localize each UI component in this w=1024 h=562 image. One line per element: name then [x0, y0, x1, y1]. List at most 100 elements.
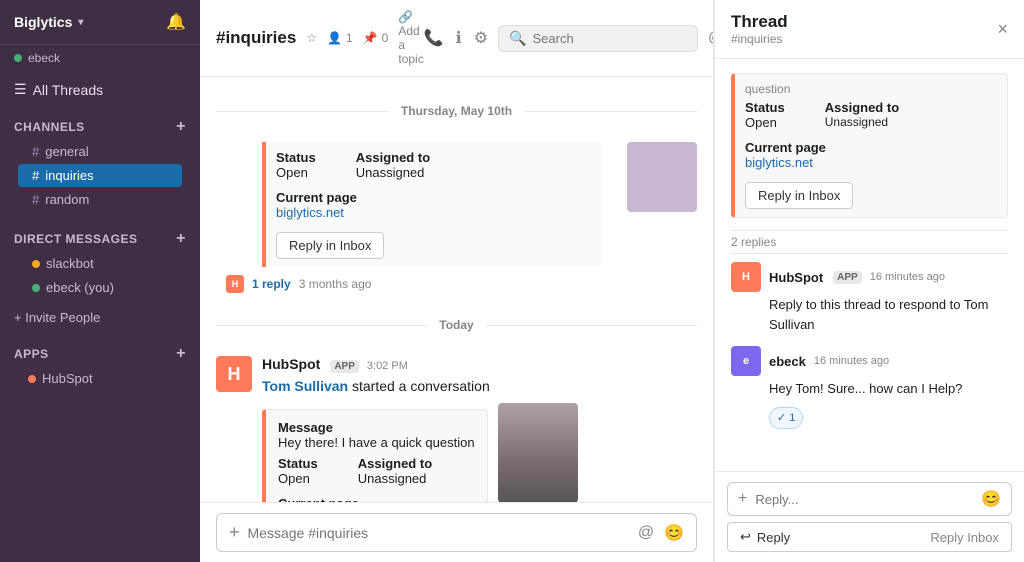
thread-channel: #inquiries — [731, 32, 788, 46]
old-reply-inbox-button[interactable]: Reply in Inbox — [276, 232, 384, 259]
star-icon[interactable]: ☆ — [306, 31, 317, 45]
sidebar-item-slackbot[interactable]: slackbot — [18, 252, 182, 275]
sidebar-item-all-threads[interactable]: ☰ All Threads — [0, 75, 200, 104]
reaction-count: 1 — [789, 410, 795, 427]
message-group-old: Status Open Assigned to Unassigned Curre… — [200, 134, 713, 301]
thread-reply-plus-button[interactable]: + — [738, 490, 747, 508]
channels-label: Channels — [14, 120, 85, 134]
info-icon[interactable]: ℹ — [456, 28, 462, 48]
hubspot-name: HubSpot — [42, 371, 93, 386]
message-group-new: H HubSpot APP 3:02 PM Tom Sullivan start… — [200, 348, 713, 502]
channels-section-header: Channels + — [14, 118, 186, 136]
user-status-dot — [14, 54, 22, 62]
old-page-label: Current page — [276, 190, 592, 205]
reply-action-bar: ↩ Reply Reply Inbox — [727, 516, 1012, 552]
thread-reply-box: + 😊 — [727, 482, 1012, 516]
new-message-author: HubSpot — [262, 356, 320, 372]
thread-page-label: Current page — [745, 140, 997, 155]
username-label: ebeck — [28, 51, 60, 65]
new-message-card: Message Hey there! I have a quick questi… — [262, 409, 488, 502]
reaction-check-icon: ✓ — [777, 410, 786, 427]
apps-section: Apps + HubSpot — [0, 331, 200, 394]
sidebar-item-hubspot[interactable]: HubSpot — [14, 367, 186, 390]
thread-reply-2-text: Hey Tom! Sure... how can I Help? ✓ 1 — [769, 379, 1008, 429]
thread-header: Thread #inquiries × — [715, 0, 1024, 59]
old-reply-time: 3 months ago — [299, 277, 372, 291]
dms-label: Direct Messages — [14, 232, 138, 246]
old-person-photo — [627, 142, 697, 212]
thread-assigned-label: Assigned to — [825, 100, 899, 115]
add-dm-button[interactable]: + — [176, 230, 186, 248]
search-input[interactable] — [532, 31, 672, 46]
thread-panel: Thread #inquiries × question Status Open… — [714, 0, 1024, 562]
thread-reply-emoji-icon[interactable]: 😊 — [981, 489, 1001, 509]
add-channel-button[interactable]: + — [176, 118, 186, 136]
all-threads-icon: ☰ — [14, 81, 27, 98]
add-app-button[interactable]: + — [176, 345, 186, 363]
new-message-header: HubSpot APP 3:02 PM — [262, 356, 697, 373]
thread-hubspot-avatar: H — [731, 262, 761, 292]
header-right: 📞 ℹ ⚙ 🔍 @ ☆ ⋮ — [424, 25, 714, 52]
thread-reply-1-badge: APP — [833, 271, 862, 284]
hubspot-avatar: H — [216, 356, 252, 392]
thread-reply-inbox-button[interactable]: Reply in Inbox — [745, 182, 853, 209]
workspace-chevron-icon: ▾ — [78, 17, 83, 28]
reply-inbox-action-label: Reply Inbox — [930, 530, 999, 545]
old-reply-inbox-label: Reply in Inbox — [289, 238, 371, 253]
header-action-icons: 📞 ℹ ⚙ — [424, 28, 488, 48]
sidebar-item-general[interactable]: # general — [18, 140, 182, 163]
thread-assigned-value: Unassigned — [825, 115, 899, 129]
ebeck-status-dot — [32, 284, 40, 292]
emoji-icon[interactable]: 😊 — [664, 523, 684, 543]
thread-title: Thread — [731, 12, 788, 32]
workspace-name[interactable]: Biglytics ▾ — [14, 14, 83, 30]
header-meta: ☆ 👤 1 📌 0 🔗 Add a topic — [306, 10, 423, 66]
thread-ebeck-avatar: e — [731, 346, 761, 376]
thread-page-url[interactable]: biglytics.net — [745, 155, 813, 170]
invite-people-label: + Invite People — [14, 310, 100, 325]
new-message-text: Tom Sullivan started a conversation — [262, 376, 697, 397]
thread-status-value: Open — [745, 115, 785, 130]
hs-icon: H — [232, 279, 239, 289]
notifications-bell-icon[interactable]: 🔔 — [166, 12, 186, 32]
date-label-today: Today — [427, 318, 485, 332]
old-page-url[interactable]: biglytics.net — [276, 205, 344, 220]
thread-close-button[interactable]: × — [997, 19, 1008, 40]
conversation-author[interactable]: Tom Sullivan — [262, 378, 348, 394]
sidebar-item-random[interactable]: # random — [18, 188, 182, 211]
dms-section-header: Direct Messages + — [14, 230, 186, 248]
thread-reply-1-text: Reply to this thread to respond to Tom S… — [769, 295, 1008, 334]
invite-people-button[interactable]: + Invite People — [0, 304, 200, 331]
reply-action-icon: ↩ — [740, 529, 751, 545]
old-replies-bar[interactable]: H 1 reply 3 months ago — [216, 271, 371, 293]
gear-icon[interactable]: ⚙ — [474, 28, 488, 48]
thread-card-status-row: Status Open Assigned to Unassigned — [745, 100, 997, 136]
slackbot-status-dot — [32, 260, 40, 268]
sidebar-item-ebeck[interactable]: ebeck (you) — [18, 276, 182, 299]
hash-icon-3: # — [32, 192, 39, 207]
thread-card-question: question — [745, 82, 997, 96]
old-status-label: Status — [276, 150, 316, 165]
new-assigned-label: Assigned to — [358, 456, 432, 471]
phone-icon[interactable]: 📞 — [424, 28, 444, 48]
reaction-badge[interactable]: ✓ 1 — [769, 407, 803, 430]
reply-action-button[interactable]: ↩ Reply Reply Inbox — [727, 522, 1012, 552]
at-mention-icon[interactable]: @ — [638, 524, 654, 542]
message-input[interactable] — [248, 525, 630, 541]
dm-name-slackbot: slackbot — [46, 256, 94, 271]
thread-reply-1-author: HubSpot — [769, 270, 823, 285]
add-topic-link[interactable]: 🔗 Add a topic — [398, 10, 423, 66]
dm-name-ebeck: ebeck (you) — [46, 280, 114, 295]
thread-reply-inbox-label: Reply in Inbox — [758, 188, 840, 203]
members-icon: 👤 — [327, 31, 342, 45]
old-page-link: biglytics.net — [276, 205, 592, 220]
message-input-box: + @ 😊 — [216, 513, 697, 552]
thread-reply-input[interactable] — [755, 492, 973, 507]
search-bar[interactable]: 🔍 — [498, 25, 698, 52]
new-msg-label: Message — [278, 420, 475, 435]
sidebar-item-inquiries[interactable]: # inquiries — [18, 164, 182, 187]
input-plus-button[interactable]: + — [229, 522, 240, 543]
channel-name-general: general — [45, 144, 88, 159]
new-message-time: 3:02 PM — [367, 360, 408, 372]
old-status-value: Open — [276, 165, 316, 180]
